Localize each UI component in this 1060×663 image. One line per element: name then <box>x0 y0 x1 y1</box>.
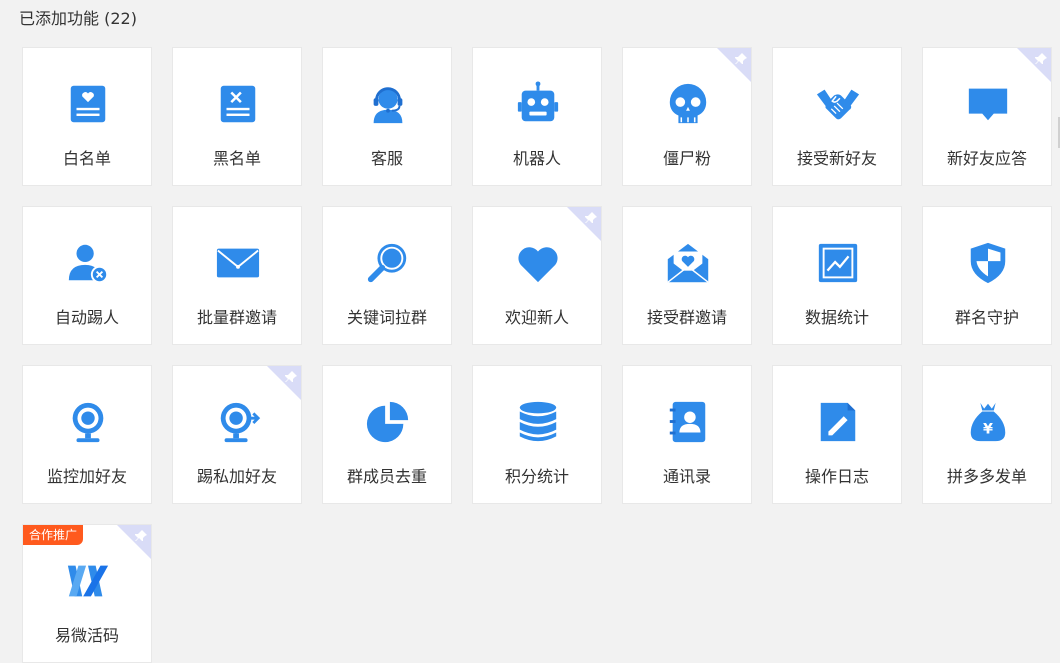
webcam-icon <box>64 398 112 446</box>
feature-card[interactable]: 白名单 <box>22 47 152 186</box>
pin-icon[interactable] <box>1034 51 1048 65</box>
money-bag-icon: ¥ <box>964 398 1012 446</box>
feature-label: 接受群邀请 <box>646 308 727 327</box>
feature-card[interactable]: 操作日志 <box>772 365 902 504</box>
feature-label: 踢私加好友 <box>196 467 277 486</box>
robot-icon <box>514 80 562 128</box>
feature-card[interactable]: ¥ 拼多多发单 <box>922 365 1052 504</box>
user-remove-icon <box>64 239 112 287</box>
feature-label: 客服 <box>370 149 403 168</box>
promo-badge: 合作推广 <box>23 525 84 545</box>
database-icon <box>514 398 562 446</box>
feature-label: 自动踢人 <box>54 308 119 327</box>
feature-label: 监控加好友 <box>46 467 127 486</box>
feature-card[interactable]: 接受群邀请 <box>622 206 752 345</box>
heart-icon <box>514 239 562 287</box>
feature-label: 积分统计 <box>504 467 569 486</box>
feature-card[interactable]: 积分统计 <box>472 365 602 504</box>
feature-label: 易微活码 <box>54 626 119 645</box>
feature-card[interactable]: 黑名单 <box>172 47 302 186</box>
shield-icon <box>964 239 1012 287</box>
feature-card[interactable]: 客服 <box>322 47 452 186</box>
pin-icon[interactable] <box>134 528 148 542</box>
feature-label: 接受新好友 <box>796 149 877 168</box>
feature-label: 群名守护 <box>954 308 1019 327</box>
edit-document-icon <box>814 398 862 446</box>
feature-label: 群成员去重 <box>346 467 427 486</box>
svg-text:¥: ¥ <box>983 422 993 438</box>
feature-card[interactable]: 关键词拉群 <box>322 206 452 345</box>
feature-label: 新好友应答 <box>946 149 1027 168</box>
feature-card[interactable]: 数据统计 <box>772 206 902 345</box>
feature-label: 黑名单 <box>212 149 261 168</box>
blacklist-icon <box>214 80 262 128</box>
feature-card[interactable]: 接受新好友 <box>772 47 902 186</box>
feature-card[interactable]: 自动踢人 <box>22 206 152 345</box>
feature-label: 机器人 <box>512 149 561 168</box>
feature-label: 批量群邀请 <box>196 308 277 327</box>
chat-bubble-icon <box>964 80 1012 128</box>
whitelist-icon <box>64 80 112 128</box>
feature-card[interactable]: 群成员去重 <box>322 365 452 504</box>
feature-card[interactable]: 机器人 <box>472 47 602 186</box>
handshake-icon <box>814 80 862 128</box>
customer-service-icon <box>364 80 412 128</box>
open-envelope-heart-icon <box>664 239 712 287</box>
feature-label: 拼多多发单 <box>946 467 1027 486</box>
line-chart-icon <box>814 239 862 287</box>
feature-label: 关键词拉群 <box>346 308 427 327</box>
feature-card[interactable]: 通讯录 <box>622 365 752 504</box>
feature-card[interactable]: 僵尸粉 <box>622 47 752 186</box>
feature-label: 白名单 <box>62 149 111 168</box>
envelope-icon <box>214 239 262 287</box>
pin-icon[interactable] <box>284 369 298 383</box>
zombie-skull-icon <box>664 80 712 128</box>
feature-label: 欢迎新人 <box>504 308 569 327</box>
pie-chart-icon <box>364 398 412 446</box>
yiwei-logo-icon <box>64 557 112 605</box>
pin-icon[interactable] <box>734 51 748 65</box>
feature-card[interactable]: 批量群邀请 <box>172 206 302 345</box>
feature-label: 数据统计 <box>804 308 869 327</box>
pin-icon[interactable] <box>584 210 598 224</box>
feature-card[interactable]: 新好友应答 <box>922 47 1052 186</box>
feature-label: 通讯录 <box>662 467 711 486</box>
feature-label: 操作日志 <box>804 467 869 486</box>
feature-card[interactable]: 易微活码 合作推广 <box>22 524 152 663</box>
feature-card[interactable]: 群名守护 <box>922 206 1052 345</box>
feature-grid: 白名单 黑名单 客服 机器人 僵尸粉 接受新好友 新好友应答自动踢人 批量群邀请 关键词拉群 欢迎… <box>0 0 1060 663</box>
feature-card[interactable]: 踢私加好友 <box>172 365 302 504</box>
contact-book-icon <box>664 398 712 446</box>
webcam-arrow-icon <box>214 398 262 446</box>
feature-card[interactable]: 欢迎新人 <box>472 206 602 345</box>
magnifier-icon <box>364 239 412 287</box>
feature-card[interactable]: 监控加好友 <box>22 365 152 504</box>
feature-label: 僵尸粉 <box>662 149 711 168</box>
